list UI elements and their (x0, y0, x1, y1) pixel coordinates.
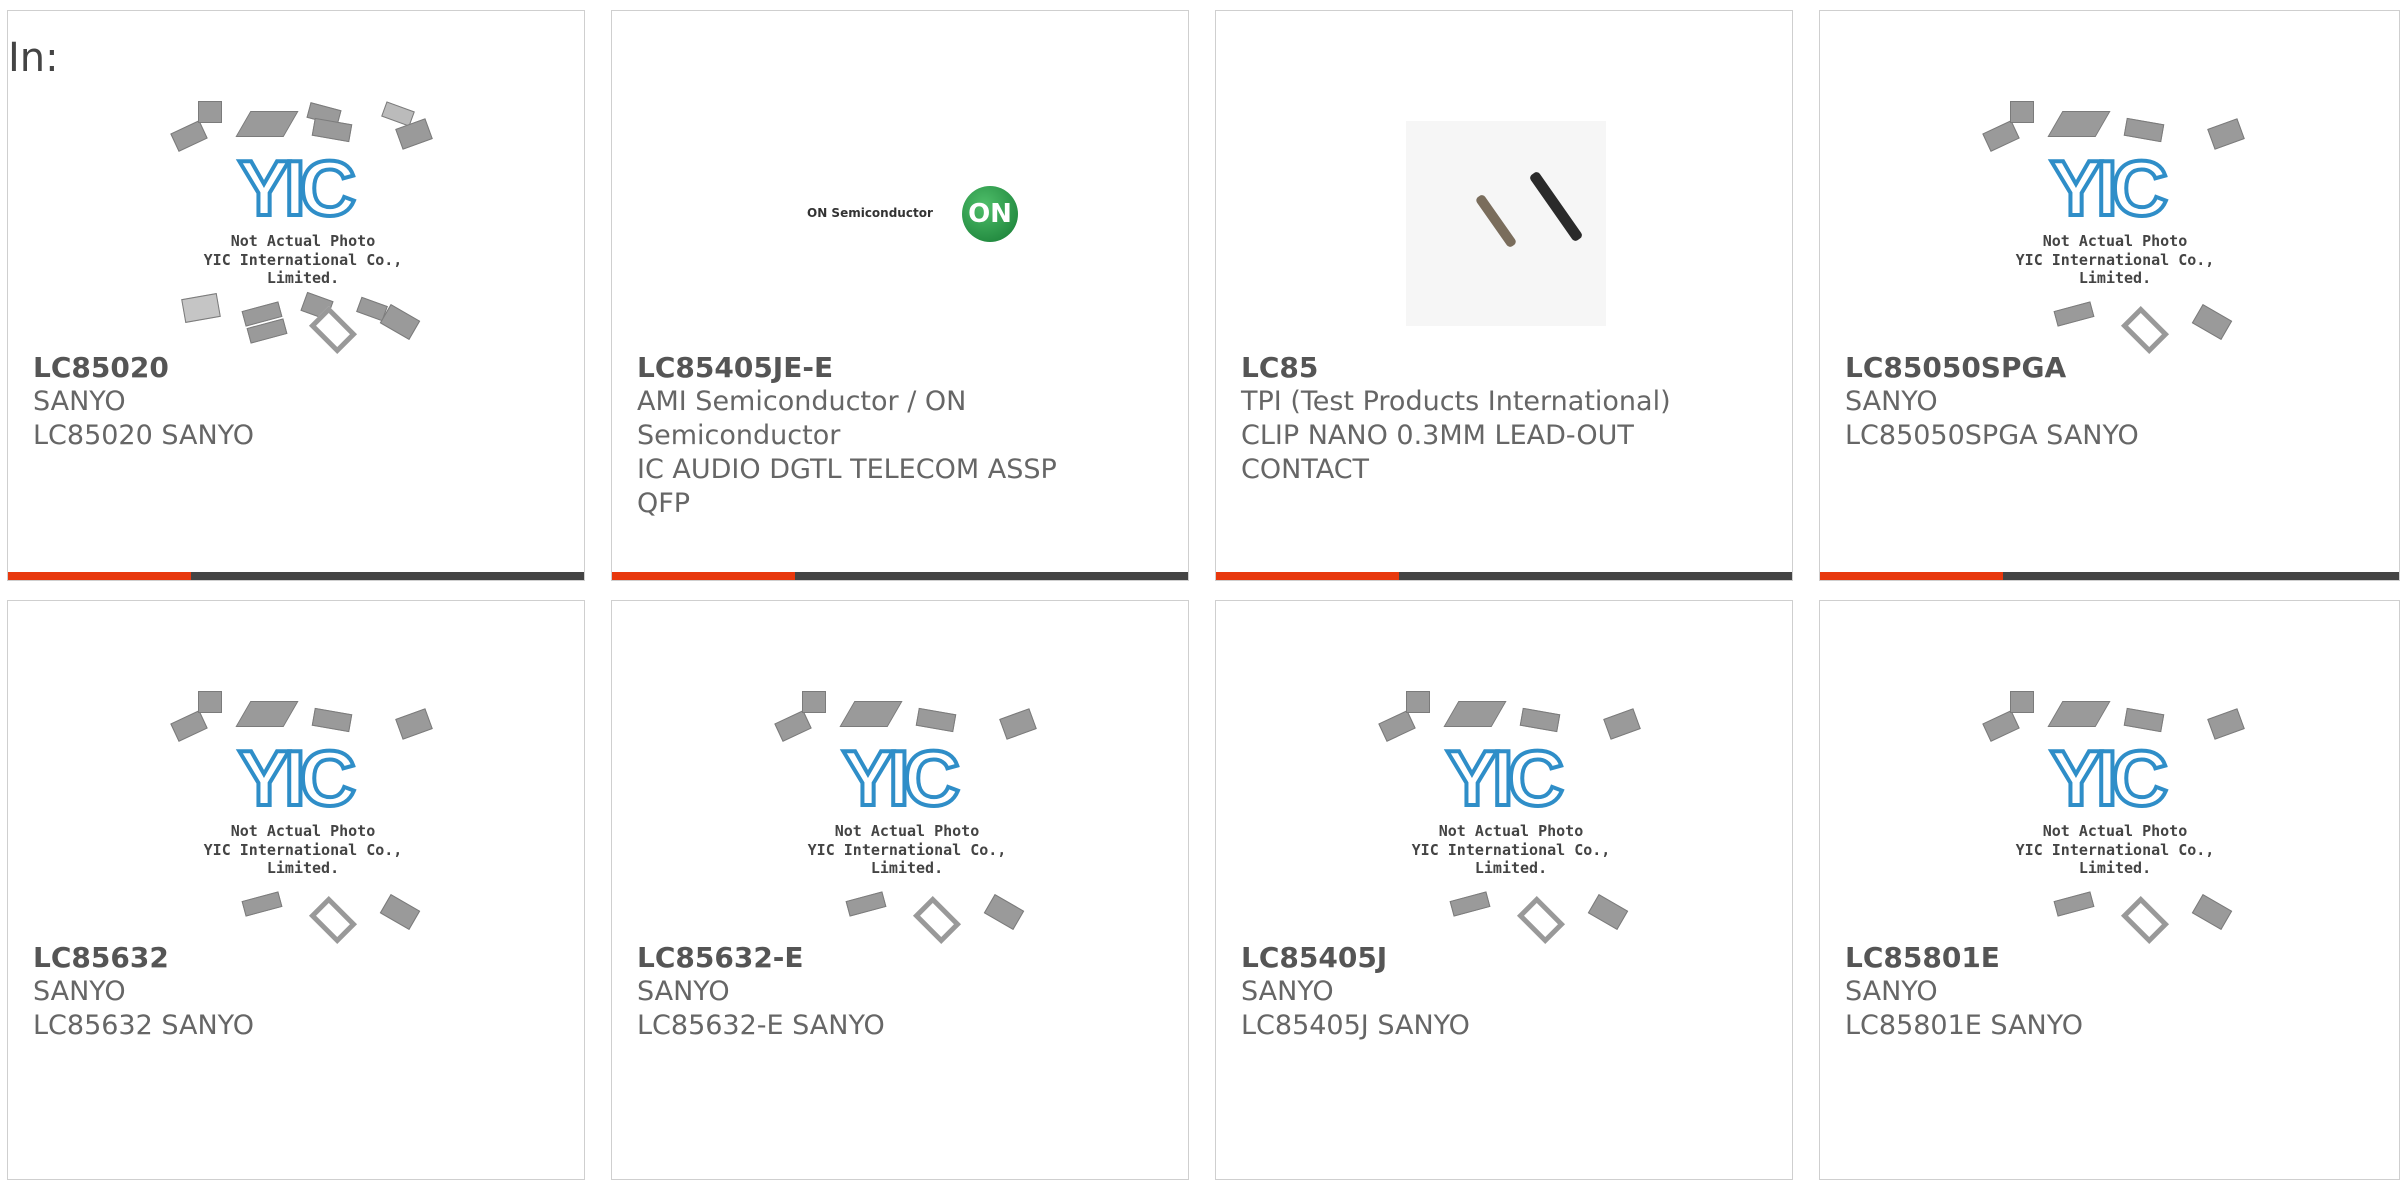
placeholder-note: YIC International Co., Limited. (2015, 251, 2215, 287)
card-bar (8, 572, 584, 580)
description: LC85020 SANYO (33, 420, 254, 451)
manufacturer: AMI Semiconductor / ON (637, 386, 967, 417)
placeholder-note: YIC International Co., Limited. (807, 841, 1007, 877)
manufacturer: SANYO (637, 976, 730, 1007)
placeholder-note: Not Actual Photo (2042, 232, 2188, 250)
product-card[interactable]: YIC Not Actual Photo YIC International C… (1819, 10, 2400, 581)
placeholder-note: YIC International Co., Limited. (1411, 841, 1611, 877)
not-actual-photo-placeholder: YIC Not Actual Photo YIC International C… (772, 691, 1042, 945)
product-image[interactable] (1216, 51, 1792, 351)
yic-logo-icon: YIC (2048, 144, 2170, 232)
part-number[interactable]: LC85 (1241, 351, 1772, 385)
part-number[interactable]: LC85050SPGA (1845, 351, 2379, 385)
description: LC85632 SANYO (33, 1010, 254, 1041)
not-actual-photo-placeholder: YIC Not Actual Photo YIC International C… (1376, 691, 1646, 945)
product-card[interactable]: ON Semiconductor ON LC85405JE-E AMI Semi… (611, 10, 1189, 581)
product-card[interactable]: YIC Not Actual Photo YIC International C… (1819, 600, 2400, 1180)
part-number[interactable]: LC85632 (33, 941, 564, 975)
placeholder-note: Not Actual Photo (230, 822, 376, 840)
product-card[interactable]: YIC Not Actual Photo YIC International C… (7, 600, 585, 1180)
placeholder-note: YIC International Co., Limited. (2015, 841, 2215, 877)
description: LC85801E SANYO (1845, 1010, 2084, 1041)
product-card[interactable]: YIC Not Actual Photo YIC International C… (7, 10, 585, 581)
product-image[interactable]: YIC Not Actual Photo YIC International C… (1216, 641, 1792, 945)
manufacturer: SANYO (33, 386, 126, 417)
product-image[interactable]: YIC Not Actual Photo YIC International C… (612, 641, 1188, 945)
product-grid: YIC Not Actual Photo YIC International C… (0, 0, 2400, 1180)
yic-logo-icon: YIC (236, 734, 358, 822)
product-card[interactable]: YIC Not Actual Photo YIC International C… (611, 600, 1189, 1180)
not-actual-photo-placeholder: YIC Not Actual Photo YIC International C… (168, 101, 438, 355)
description: LC85050SPGA SANYO (1845, 420, 2139, 451)
part-number[interactable]: LC85801E (1845, 941, 2379, 975)
manufacturer: SANYO (1241, 976, 1334, 1007)
product-image[interactable]: YIC Not Actual Photo YIC International C… (8, 51, 584, 355)
placeholder-note: Not Actual Photo (230, 232, 376, 250)
description: Semiconductor (637, 420, 841, 451)
product-image[interactable]: YIC Not Actual Photo YIC International C… (8, 641, 584, 945)
manufacturer: TPI (Test Products International) (1241, 386, 1671, 417)
product-card[interactable]: LC85 TPI (Test Products International) C… (1215, 10, 1793, 581)
card-bar (1820, 572, 2399, 580)
manufacturer: SANYO (1845, 386, 1938, 417)
yic-logo-icon: YIC (1444, 734, 1566, 822)
card-bar (1216, 572, 1792, 580)
manufacturer: SANYO (33, 976, 126, 1007)
placeholder-note: Not Actual Photo (1438, 822, 1584, 840)
placeholder-note: Not Actual Photo (2042, 822, 2188, 840)
yic-logo-icon: YIC (236, 144, 358, 232)
description: CLIP NANO 0.3MM LEAD-OUT (1241, 420, 1634, 451)
description: QFP (637, 488, 691, 519)
product-image[interactable]: YIC Not Actual Photo YIC International C… (1820, 641, 2399, 945)
description: IC AUDIO DGTL TELECOM ASSP (637, 454, 1057, 485)
product-image[interactable]: YIC Not Actual Photo YIC International C… (1820, 51, 2399, 355)
description: CONTACT (1241, 454, 1370, 485)
yic-logo-icon: YIC (840, 734, 962, 822)
placeholder-note: Not Actual Photo (834, 822, 980, 840)
product-photo (1406, 121, 1606, 326)
part-number[interactable]: LC85405J (1241, 941, 1772, 975)
not-actual-photo-placeholder: YIC Not Actual Photo YIC International C… (1980, 101, 2250, 355)
not-actual-photo-placeholder: YIC Not Actual Photo YIC International C… (168, 691, 438, 945)
part-number[interactable]: LC85020 (33, 351, 564, 385)
part-number[interactable]: LC85632-E (637, 941, 1168, 975)
description: LC85632-E SANYO (637, 1010, 885, 1041)
part-number[interactable]: LC85405JE-E (637, 351, 1168, 385)
not-actual-photo-placeholder: YIC Not Actual Photo YIC International C… (1980, 691, 2250, 945)
placeholder-note: YIC International Co., Limited. (203, 841, 403, 877)
filter-label: In: (8, 35, 59, 81)
on-semiconductor-logo-icon: ON Semiconductor ON (807, 186, 1027, 246)
product-image[interactable]: ON Semiconductor ON (612, 51, 1188, 351)
yic-logo-icon: YIC (2048, 734, 2170, 822)
placeholder-note: YIC International Co., Limited. (203, 251, 403, 287)
description: LC85405J SANYO (1241, 1010, 1470, 1041)
card-bar (612, 572, 1188, 580)
product-card[interactable]: YIC Not Actual Photo YIC International C… (1215, 600, 1793, 1180)
manufacturer: SANYO (1845, 976, 1938, 1007)
